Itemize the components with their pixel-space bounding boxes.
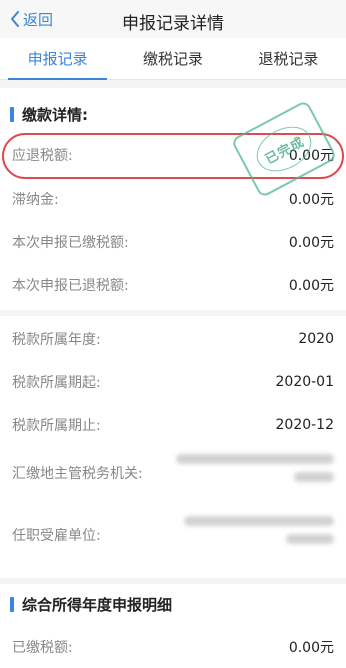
tax-period-card: 税款所属年度: 2020 税款所属期起: 2020-01 税款所属期止: 202…: [0, 316, 346, 578]
payment-details-card: 缴款详情: 应退税额: 0.00元 滞纳金: 0.00元 本次申报已缴税额: 0…: [0, 88, 346, 310]
refunded-tax-label: 本次申报已退税额:: [12, 278, 129, 294]
period-start-value: 2020-01: [275, 374, 335, 390]
period-end-row: 税款所属期止: 2020-12: [0, 404, 346, 446]
redacted-line: [184, 516, 334, 526]
chevron-left-icon: [11, 11, 19, 27]
back-button[interactable]: 返回: [10, 9, 53, 29]
payment-details-title: 缴款详情:: [22, 105, 88, 124]
annual-paid-tax-label: 已缴税额:: [12, 640, 73, 656]
tab-tax-payment-records[interactable]: 缴税记录: [115, 38, 230, 79]
period-start-row: 税款所属期起: 2020-01: [0, 361, 346, 403]
employer-value-redacted: [174, 516, 334, 544]
tax-year-value: 2020: [298, 331, 334, 347]
refunded-tax-value: 0.00元: [288, 278, 334, 294]
tax-authority-label: 汇缴地主管税务机关:: [12, 466, 143, 482]
refundable-tax-value: 0.00元: [288, 148, 334, 164]
refundable-tax-row: 应退税额: 0.00元: [0, 134, 346, 176]
redacted-line: [286, 534, 334, 544]
employer-label: 任职受雇单位:: [12, 528, 101, 544]
nav-bar: 返回 申报记录详情: [0, 0, 346, 38]
tab-declaration-records[interactable]: 申报记录: [0, 38, 115, 80]
late-fee-value: 0.00元: [288, 192, 334, 208]
section-accent-bar: [10, 106, 14, 122]
tab-tax-refund-records[interactable]: 退税记录: [231, 38, 346, 79]
redacted-line: [176, 454, 334, 464]
back-label: 返回: [23, 10, 54, 29]
tax-authority-row: 汇缴地主管税务机关:: [0, 446, 346, 506]
redacted-line: [294, 472, 334, 482]
period-end-label: 税款所属期止:: [12, 418, 101, 434]
paid-tax-label: 本次申报已缴税额:: [12, 235, 129, 251]
section-accent-bar: [10, 596, 14, 612]
refundable-tax-label: 应退税额:: [12, 148, 73, 164]
payment-details-header: 缴款详情:: [0, 94, 88, 134]
tax-authority-value-redacted: [174, 454, 334, 482]
period-start-label: 税款所属期起:: [12, 375, 101, 391]
paid-tax-value: 0.00元: [288, 235, 334, 251]
late-fee-label: 滞纳金:: [12, 192, 59, 208]
tab-bar: 申报记录 缴税记录 退税记录: [0, 38, 346, 80]
annual-details-title: 综合所得年度申报明细: [22, 595, 173, 614]
tax-year-label: 税款所属年度:: [12, 332, 101, 348]
annual-details-card: 综合所得年度申报明细 已缴税额: 0.00元: [0, 584, 346, 668]
employer-row: 任职受雇单位:: [0, 508, 346, 568]
late-fee-row: 滞纳金: 0.00元: [0, 178, 346, 220]
annual-details-header: 综合所得年度申报明细: [0, 584, 172, 624]
period-end-value: 2020-12: [275, 417, 335, 433]
refunded-tax-row: 本次申报已退税额: 0.00元: [0, 264, 346, 306]
annual-paid-tax-value: 0.00元: [288, 640, 334, 656]
paid-tax-row: 本次申报已缴税额: 0.00元: [0, 221, 346, 263]
tax-year-row: 税款所属年度: 2020: [0, 318, 346, 360]
annual-paid-tax-row: 已缴税额: 0.00元: [0, 626, 346, 668]
